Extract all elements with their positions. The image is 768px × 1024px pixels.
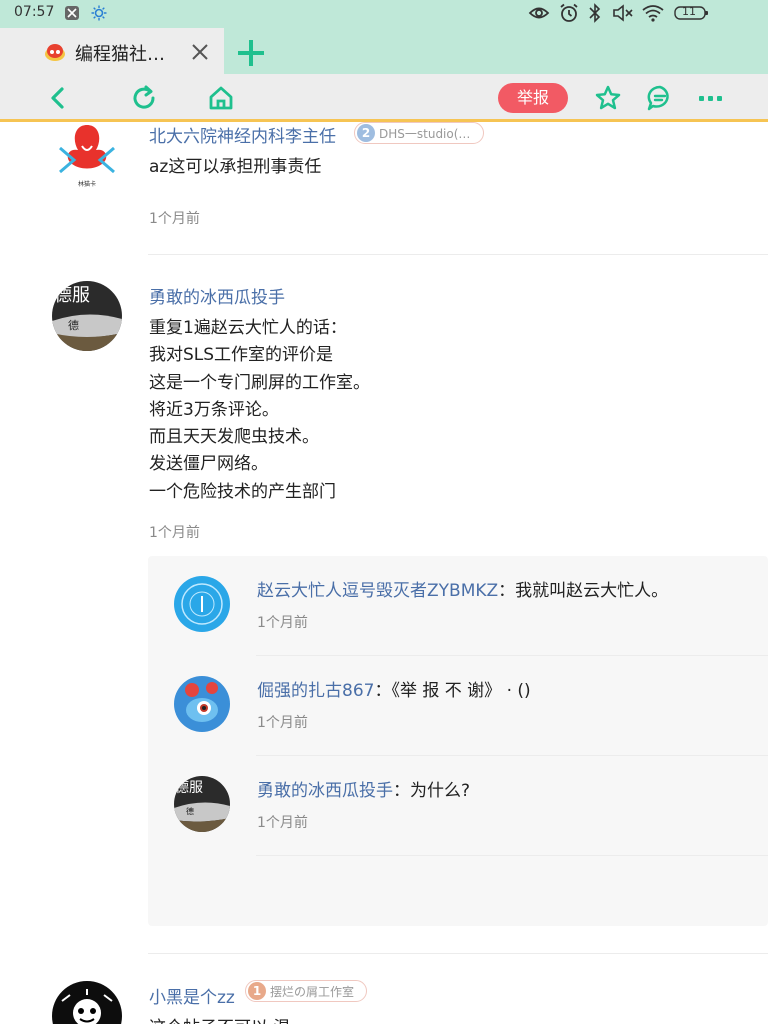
svg-text:林猫卡: 林猫卡 (78, 180, 96, 188)
comment-line: 重复1遍赵云大忙人的话： (149, 318, 347, 338)
wifi-icon (642, 5, 664, 22)
avatar-text: 德服 (175, 780, 203, 796)
comment-text: az这可以承担刑事责任 (149, 154, 321, 181)
reply-content: 勇敢的冰西瓜投手：为什么? (257, 776, 470, 801)
reply-text: ：为什么? (393, 781, 471, 801)
comment-text: 这个帖子不可以 温 (149, 1015, 290, 1024)
sun-icon (91, 5, 107, 21)
reply-username[interactable]: 勇敢的冰西瓜投手 (257, 781, 393, 801)
reply-time: 1个月前 (257, 815, 308, 831)
close-tab-icon[interactable] (190, 42, 210, 62)
comment-line: 这是一个专门刷屏的工作室。 (149, 372, 370, 393)
badge-text: 摆烂の屑工作室 (270, 985, 355, 999)
refresh-icon[interactable] (130, 84, 158, 112)
status-icons: 11 (528, 3, 738, 23)
reply-time: 1个月前 (257, 715, 308, 731)
reply-text: ：我就叫赵云大忙人。 (498, 581, 669, 601)
studio-badge[interactable]: 1 摆烂の屑工作室 (245, 980, 367, 1002)
report-button[interactable]: 举报 (498, 83, 568, 113)
new-tab-icon[interactable] (236, 38, 266, 68)
tab-bar: 编程猫社… (0, 26, 768, 74)
comment-line: az这可以承担刑事责任 (149, 157, 322, 177)
site-favicon-icon (45, 44, 65, 61)
comment-text: 重复1遍赵云大忙人的话： 我对SLS工作室的评价是 这是一个专门刷屏的工作室。 … (149, 315, 370, 506)
comment-username[interactable]: 小黑是个zz (149, 983, 235, 1008)
home-icon[interactable] (207, 84, 235, 112)
reply-time: 1个月前 (257, 615, 308, 631)
studio-badge[interactable]: 2 DHS一studio(… (354, 122, 484, 144)
browser-tab[interactable]: 编程猫社… (0, 28, 224, 74)
comment-line: 这个帖子不可以 温 (149, 1015, 290, 1024)
comment-time: 1个月前 (149, 211, 200, 227)
reply-content: 倔强的扎古867：《举 报 不 谢》 · () (257, 676, 531, 701)
reply-avatar[interactable] (174, 576, 230, 632)
reply-list: 赵云大忙人逗号毁灭者ZYBMKZ：我就叫赵云大忙人。 1个月前 倔强的扎古867 (148, 556, 768, 926)
avatar[interactable]: 德服 德 (52, 281, 122, 351)
divider (256, 755, 768, 756)
avatar[interactable]: 林猫卡 (52, 122, 122, 190)
comment-list: 林猫卡 北大六院神经内科李主任 2 DHS一studio(… az这可以承担刑事… (0, 122, 768, 1024)
comment-line: 发送僵尸网络。 (149, 454, 268, 475)
badge-text: DHS一studio(… (379, 127, 471, 141)
comment-time: 1个月前 (149, 525, 200, 541)
avatar-text: 德服 (54, 285, 90, 306)
reply-avatar[interactable] (174, 676, 230, 732)
comment-line: 而且天天发爬虫技术。 (149, 427, 319, 448)
battery-level: 11 (682, 5, 696, 18)
more-icon[interactable] (697, 84, 725, 112)
comment-icon[interactable] (646, 84, 674, 112)
reply-username[interactable]: 倔强的扎古867 (257, 681, 374, 701)
status-time: 07:57 (14, 4, 55, 20)
eye-icon (528, 7, 550, 19)
browser-toolbar: 举报 (0, 74, 768, 122)
alarm-icon (560, 3, 578, 22)
badge-level: 2 (357, 124, 375, 142)
divider (148, 953, 768, 954)
reply-content: 赵云大忙人逗号毁灭者ZYBMKZ：我就叫赵云大忙人。 (257, 576, 668, 601)
reply-text: ：《举 报 不 谢》 · () (374, 681, 531, 701)
star-icon[interactable] (594, 84, 622, 112)
tab-title: 编程猫社… (75, 44, 165, 65)
reply-username[interactable]: 赵云大忙人逗号毁灭者ZYBMKZ (257, 581, 498, 601)
comment-line: 我对SLS工作室的评价是 (149, 345, 334, 366)
comment-username[interactable]: 北大六院神经内科李主任 (149, 122, 336, 147)
scissors-icon (65, 6, 79, 20)
reply-avatar[interactable]: 德服 德 (174, 776, 230, 832)
back-icon[interactable] (44, 84, 72, 112)
svg-text:德: 德 (186, 806, 194, 816)
comment-line: 将近3万条评论。 (149, 399, 279, 420)
divider (148, 254, 768, 255)
badge-level: 1 (248, 982, 266, 1000)
comment-username[interactable]: 勇敢的冰西瓜投手 (149, 283, 285, 308)
svg-text:德: 德 (68, 318, 79, 332)
divider (256, 655, 768, 656)
bluetooth-icon (589, 3, 601, 23)
comment-line: 一个危险技术的产生部门 (149, 481, 336, 502)
mute-icon (613, 4, 633, 22)
status-bar: 07:57 11 (0, 0, 768, 26)
divider (256, 855, 768, 856)
avatar[interactable] (52, 981, 122, 1024)
